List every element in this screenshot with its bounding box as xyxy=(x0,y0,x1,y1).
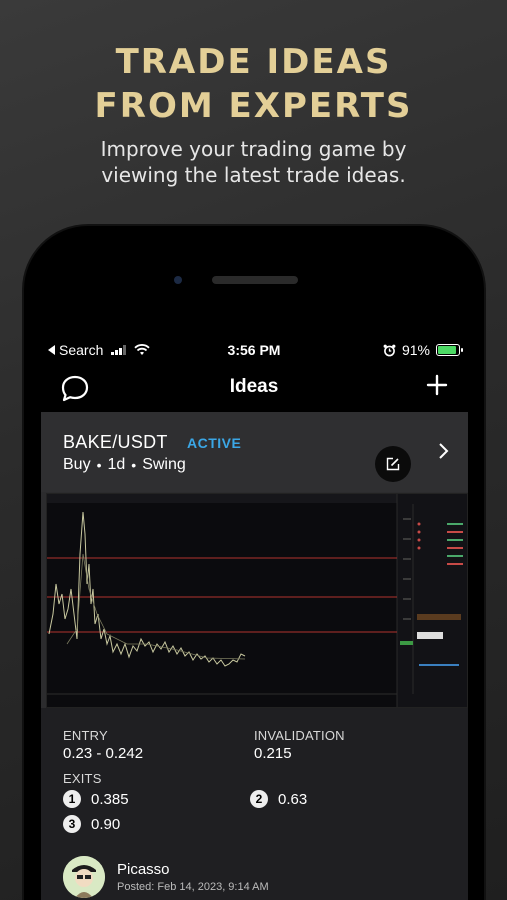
nav-bar: Ideas xyxy=(24,370,484,406)
trade-style: Swing xyxy=(142,456,186,473)
promo-title: TRADE IDEAS FROM EXPERTS xyxy=(0,40,507,128)
separator-dot: • xyxy=(131,457,137,473)
battery-icon xyxy=(436,344,463,356)
idea-meta: Buy • 1d • Swing xyxy=(63,456,186,474)
author-name: Picasso xyxy=(117,861,170,878)
invalidation-value: 0.215 xyxy=(254,745,292,762)
entry-value: 0.23 - 0.242 xyxy=(63,745,144,762)
chart-screenshot xyxy=(46,493,468,708)
author-avatar-image xyxy=(63,856,105,898)
status-badge: ACTIVE xyxy=(187,435,242,451)
exit-item: 1 0.385 xyxy=(63,790,129,808)
page-title: Ideas xyxy=(229,376,279,397)
direction: Buy xyxy=(63,456,91,473)
promo-subtitle-line1: Improve your trading game by xyxy=(100,137,407,161)
alarm-icon xyxy=(383,344,396,356)
price-chart-image xyxy=(47,494,467,707)
entry-label: ENTRY xyxy=(63,728,108,743)
promo-subtitle-line2: viewing the latest trade ideas. xyxy=(101,163,406,187)
idea-header[interactable]: BAKE/USDT ACTIVE Buy • 1d • Swing xyxy=(41,412,468,492)
exit-number-badge: 2 xyxy=(250,790,268,808)
exit-item: 3 0.90 xyxy=(63,815,120,833)
edit-icon xyxy=(386,457,400,471)
exit-number-badge: 3 xyxy=(63,815,81,833)
earpiece-speaker xyxy=(212,276,298,284)
exit-number-badge: 1 xyxy=(63,790,81,808)
timeframe: 1d xyxy=(107,456,126,473)
status-bar: Search 3:56 PM 91% xyxy=(24,340,484,360)
author-row[interactable]: Picasso Posted: Feb 14, 2023, 9:14 AM xyxy=(63,856,269,898)
battery-percent: 91% xyxy=(401,342,430,358)
separator-dot: • xyxy=(96,457,102,473)
front-camera xyxy=(174,276,182,284)
trade-idea-card[interactable]: BAKE/USDT ACTIVE Buy • 1d • Swing ENTRY … xyxy=(41,412,468,900)
idea-details: ENTRY 0.23 - 0.242 INVALIDATION 0.215 EX… xyxy=(41,708,468,900)
promo-title-line2: FROM EXPERTS xyxy=(94,86,413,126)
exit-item: 2 0.63 xyxy=(250,790,307,808)
trading-pair: BAKE/USDT xyxy=(63,432,168,452)
exit-value: 0.385 xyxy=(91,790,129,808)
phone-frame: Search 3:56 PM 91% Ideas BAKE/USDT ACTIV… xyxy=(24,226,484,900)
promo-title-line1: TRADE IDEAS xyxy=(115,42,392,82)
avatar[interactable] xyxy=(63,856,105,898)
edit-button[interactable] xyxy=(375,446,411,482)
plus-icon[interactable] xyxy=(426,374,448,396)
exits-label: EXITS xyxy=(63,771,102,786)
app-screen: Search 3:56 PM 91% Ideas BAKE/USDT ACTIV… xyxy=(24,328,484,900)
exit-value: 0.63 xyxy=(278,790,308,808)
status-right: 91% xyxy=(383,342,463,358)
author-info: Picasso Posted: Feb 14, 2023, 9:14 AM xyxy=(117,861,269,893)
posted-date: Posted: Feb 14, 2023, 9:14 AM xyxy=(117,881,269,893)
invalidation-label: INVALIDATION xyxy=(254,728,345,743)
chevron-right-icon[interactable] xyxy=(438,442,450,460)
promo-subtitle: Improve your trading game by viewing the… xyxy=(0,136,507,188)
exit-value: 0.90 xyxy=(91,815,121,833)
